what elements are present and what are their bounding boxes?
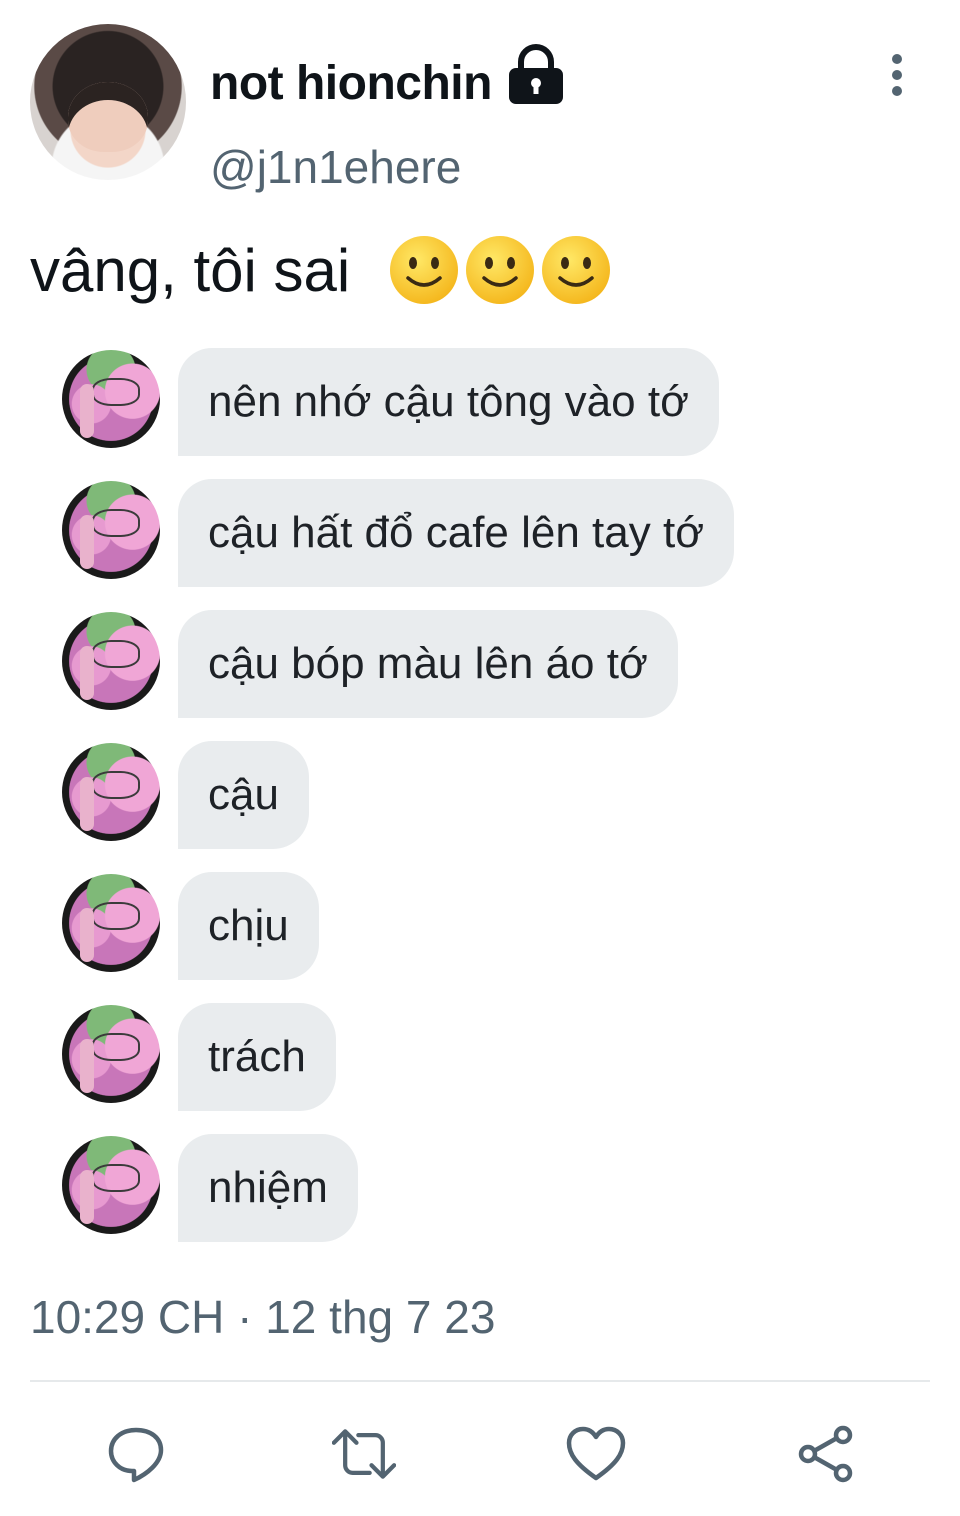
divider <box>30 1380 930 1382</box>
chat-bubble: cậu <box>178 741 309 849</box>
like-button[interactable] <box>564 1422 628 1486</box>
lock-icon <box>509 44 563 104</box>
chat-bubble: cậu hất đổ cafe lên tay tớ <box>178 479 735 587</box>
slightly-smiling-face-icon <box>390 236 458 304</box>
more-options-icon[interactable] <box>880 52 914 98</box>
slightly-smiling-face-icon <box>466 236 534 304</box>
emoji-group <box>388 234 612 306</box>
chat-message: chịu <box>62 864 862 980</box>
share-button[interactable] <box>794 1422 858 1486</box>
chat-message: nhiệm <box>62 1126 862 1242</box>
share-icon <box>798 1425 853 1483</box>
chat-bubble: cậu bóp màu lên áo tớ <box>178 610 678 718</box>
author-display-name[interactable]: not hionchin <box>210 56 492 111</box>
chat-bubble: nên nhớ cậu tông vào tớ <box>178 348 719 456</box>
tweet-detail: not hionchin @j1n1ehere vâng, tôi sai nê… <box>0 0 960 1516</box>
chat-avatar <box>62 874 160 972</box>
chat-message: cậu bóp màu lên áo tớ <box>62 602 862 718</box>
attached-chat-screenshot[interactable]: nên nhớ cậu tông vào tớ cậu hất đổ cafe … <box>30 340 880 1260</box>
retweet-icon <box>332 1429 396 1479</box>
tweet-text: vâng, tôi sai <box>30 237 351 304</box>
chat-message: nên nhớ cậu tông vào tớ <box>62 340 862 456</box>
like-icon <box>566 1426 626 1481</box>
chat-message: cậu hất đổ cafe lên tay tớ <box>62 471 862 587</box>
chat-avatar <box>62 350 160 448</box>
reply-icon <box>108 1427 164 1483</box>
chat-message: cậu <box>62 733 862 849</box>
author-handle[interactable]: @j1n1ehere <box>210 140 461 194</box>
chat-avatar <box>62 743 160 841</box>
chat-avatar <box>62 1005 160 1103</box>
retweet-button[interactable] <box>332 1422 396 1486</box>
chat-avatar <box>62 1136 160 1234</box>
chat-avatar <box>62 481 160 579</box>
chat-bubble: chịu <box>178 872 319 980</box>
chat-bubble: nhiệm <box>178 1134 358 1242</box>
tweet-timestamp[interactable]: 10:29 CH · 12 thg 7 23 <box>30 1290 495 1344</box>
chat-message: trách <box>62 995 862 1111</box>
author-avatar[interactable] <box>30 24 186 180</box>
slightly-smiling-face-icon <box>542 236 610 304</box>
chat-avatar <box>62 612 160 710</box>
chat-bubble: trách <box>178 1003 336 1111</box>
reply-button[interactable] <box>104 1422 168 1486</box>
